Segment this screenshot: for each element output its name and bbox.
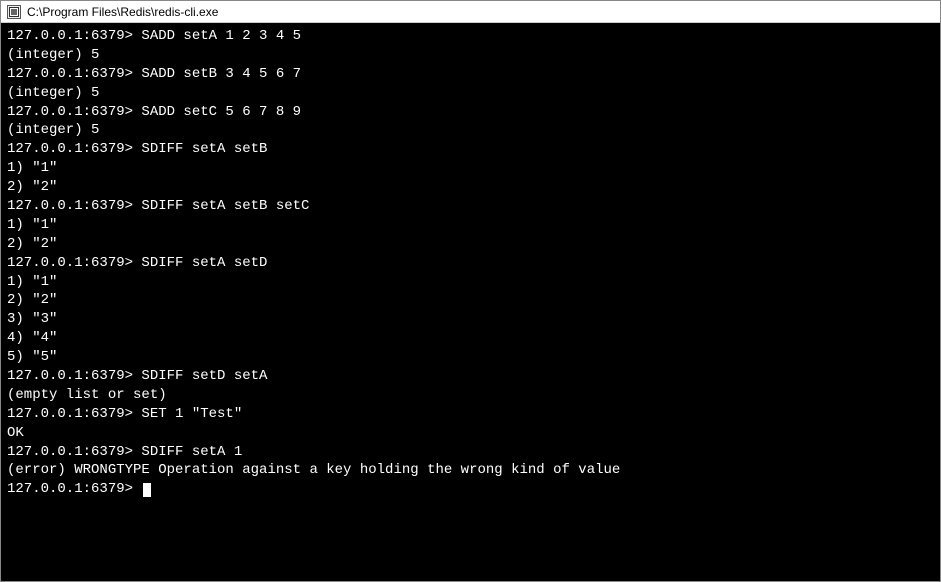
terminal-command-line: 127.0.0.1:6379> SADD setC 5 6 7 8 9 [7, 103, 934, 122]
terminal-command-line: 127.0.0.1:6379> SDIFF setA setD [7, 254, 934, 273]
terminal-output-line: 2) "2" [7, 235, 934, 254]
terminal-command-line: 127.0.0.1:6379> SET 1 "Test" [7, 405, 934, 424]
command-text: SDIFF setA setB [141, 141, 267, 157]
terminal-command-line: 127.0.0.1:6379> SDIFF setA 1 [7, 443, 934, 462]
prompt: 127.0.0.1:6379> [7, 141, 141, 157]
terminal-output-line: 2) "2" [7, 178, 934, 197]
command-text: SDIFF setA 1 [141, 444, 242, 460]
terminal-command-line: 127.0.0.1:6379> SDIFF setA setB setC [7, 197, 934, 216]
title-bar[interactable]: C:\Program Files\Redis\redis-cli.exe [1, 1, 940, 23]
cursor [143, 483, 151, 497]
prompt: 127.0.0.1:6379> [7, 481, 141, 497]
command-text: SET 1 "Test" [141, 406, 242, 422]
terminal-command-line: 127.0.0.1:6379> [7, 480, 934, 499]
terminal-command-line: 127.0.0.1:6379> SADD setA 1 2 3 4 5 [7, 27, 934, 46]
prompt: 127.0.0.1:6379> [7, 66, 141, 82]
command-text: SDIFF setA setB setC [141, 198, 309, 214]
terminal-window: C:\Program Files\Redis\redis-cli.exe 127… [0, 0, 941, 582]
terminal-command-line: 127.0.0.1:6379> SDIFF setA setB [7, 140, 934, 159]
command-text: SDIFF setA setD [141, 255, 267, 271]
terminal-command-line: 127.0.0.1:6379> SADD setB 3 4 5 6 7 [7, 65, 934, 84]
terminal-output-line: (integer) 5 [7, 121, 934, 140]
window-title: C:\Program Files\Redis\redis-cli.exe [27, 5, 218, 19]
prompt: 127.0.0.1:6379> [7, 104, 141, 120]
terminal-output-line: 1) "1" [7, 216, 934, 235]
terminal-output-line: 1) "1" [7, 273, 934, 292]
prompt: 127.0.0.1:6379> [7, 255, 141, 271]
prompt: 127.0.0.1:6379> [7, 198, 141, 214]
terminal-body[interactable]: 127.0.0.1:6379> SADD setA 1 2 3 4 5(inte… [1, 23, 940, 581]
prompt: 127.0.0.1:6379> [7, 368, 141, 384]
terminal-output-line: 2) "2" [7, 291, 934, 310]
terminal-output-line: (empty list or set) [7, 386, 934, 405]
command-text: SADD setA 1 2 3 4 5 [141, 28, 301, 44]
terminal-output-line: (error) WRONGTYPE Operation against a ke… [7, 461, 934, 480]
terminal-output-line: (integer) 5 [7, 46, 934, 65]
prompt: 127.0.0.1:6379> [7, 28, 141, 44]
prompt: 127.0.0.1:6379> [7, 444, 141, 460]
terminal-output-line: OK [7, 424, 934, 443]
terminal-output-line: 1) "1" [7, 159, 934, 178]
prompt: 127.0.0.1:6379> [7, 406, 141, 422]
command-text: SADD setC 5 6 7 8 9 [141, 104, 301, 120]
terminal-output-line: (integer) 5 [7, 84, 934, 103]
command-text: SADD setB 3 4 5 6 7 [141, 66, 301, 82]
terminal-output-line: 4) "4" [7, 329, 934, 348]
terminal-command-line: 127.0.0.1:6379> SDIFF setD setA [7, 367, 934, 386]
terminal-output-line: 3) "3" [7, 310, 934, 329]
command-text: SDIFF setD setA [141, 368, 267, 384]
app-icon [7, 5, 21, 19]
terminal-output-line: 5) "5" [7, 348, 934, 367]
